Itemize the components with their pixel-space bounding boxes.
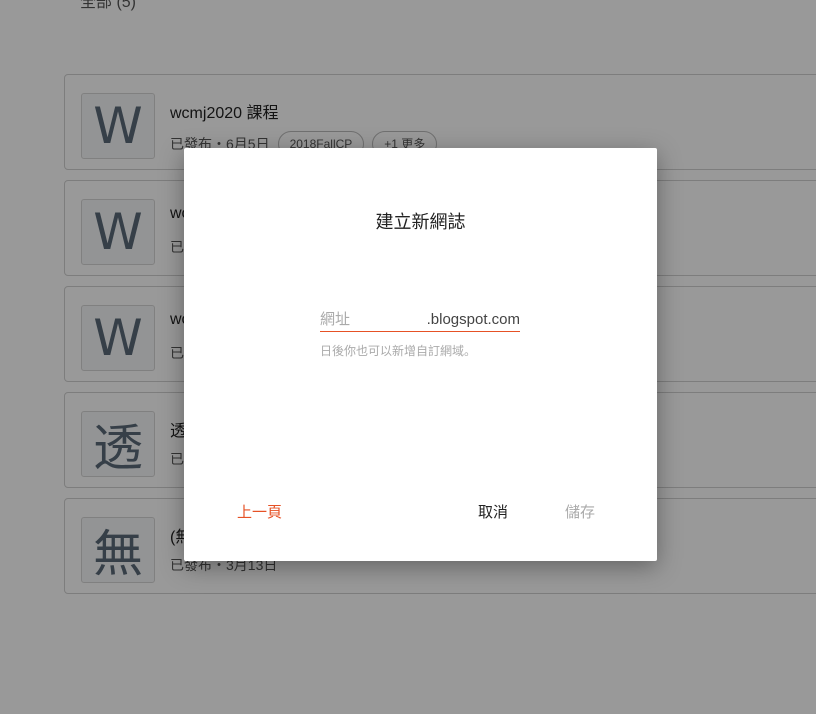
save-button[interactable]: 儲存	[565, 501, 595, 522]
blog-address-input[interactable]	[320, 310, 427, 328]
dialog-title: 建立新網誌	[375, 212, 466, 232]
url-field: .blogspot.com	[320, 307, 520, 332]
blogspot-domain-suffix: .blogspot.com	[426, 310, 520, 328]
create-blog-dialog: 建立新網誌 .blogspot.com 日後你也可以新增自訂網域。 上一頁 取消…	[184, 148, 657, 561]
custom-domain-hint: 日後你也可以新增自訂網域。	[320, 344, 477, 358]
cancel-button[interactable]: 取消	[478, 501, 508, 522]
back-button[interactable]: 上一頁	[237, 501, 282, 522]
